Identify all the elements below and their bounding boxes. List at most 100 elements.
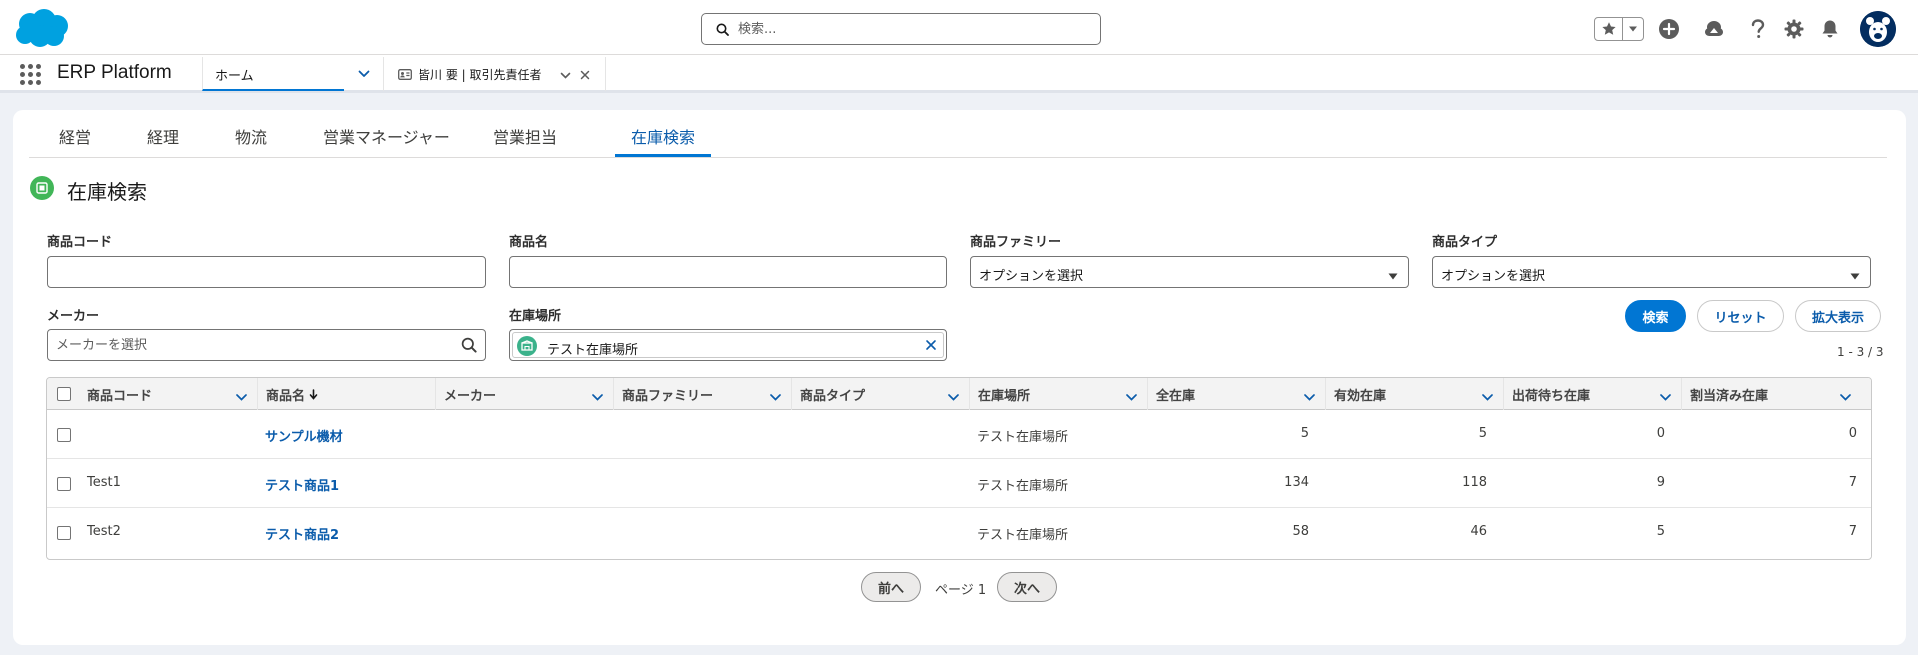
row-checkbox[interactable] (57, 477, 71, 491)
tab-sales-rep[interactable]: 営業担当 (493, 124, 557, 148)
column-header-product-family[interactable]: 商品ファミリー (613, 378, 791, 410)
product-type-label: 商品タイプ (1432, 235, 1498, 250)
nav-tab-contact[interactable]: 皆川 要 | 取引先責任者 (386, 57, 606, 91)
search-icon (461, 337, 477, 357)
global-header (0, 0, 1918, 55)
table-row: Test2 テスト商品2 テスト在庫場所 58 46 5 7 (47, 508, 1871, 557)
column-header-product-name[interactable]: 商品名 (257, 378, 435, 410)
contact-card-icon (398, 69, 412, 84)
help-icon[interactable] (1746, 17, 1770, 41)
search-button[interactable]: 検索 (1625, 300, 1686, 332)
cell-location: テスト在庫場所 (977, 479, 1069, 494)
reset-button[interactable]: リセット (1697, 300, 1784, 332)
favorites-button-group[interactable] (1594, 17, 1644, 41)
user-avatar-icon[interactable] (1860, 11, 1896, 47)
cell-available-stock: 46 (1470, 524, 1487, 539)
location-icon (517, 336, 537, 356)
cell-allocated-stock: 7 (1848, 524, 1857, 539)
cell-pending-stock: 5 (1656, 524, 1665, 539)
column-menu-chevron-down-icon[interactable] (1126, 390, 1137, 405)
nav-tab-menu-chevron-down-icon[interactable] (344, 57, 384, 91)
column-header-product-code[interactable]: 商品コード (79, 378, 257, 410)
main-card: 経営 経理 物流 営業マネージャー 営業担当 在庫検索 在庫検索 商品コード 商… (13, 110, 1906, 645)
cell-product-code: Test2 (87, 524, 121, 539)
table-row: Test1 テスト商品1 テスト在庫場所 134 118 9 7 (47, 459, 1871, 508)
row-checkbox[interactable] (57, 526, 71, 540)
global-add-icon[interactable] (1657, 17, 1681, 41)
maker-input[interactable] (56, 335, 453, 355)
cell-product-name-link[interactable]: サンプル機材 (265, 426, 343, 445)
tab-sales-manager[interactable]: 営業マネージャー (323, 124, 450, 148)
column-header-maker[interactable]: メーカー (435, 378, 613, 410)
column-header-available-stock[interactable]: 有効在庫 (1325, 378, 1503, 410)
cell-product-name-link[interactable]: テスト商品1 (265, 475, 339, 494)
column-menu-chevron-down-icon[interactable] (236, 390, 247, 405)
maker-lookup[interactable] (47, 329, 486, 361)
app-launcher-icon[interactable] (20, 64, 44, 85)
inventory-table: 商品コード 商品名 メーカー 商品ファミリー 商品タイプ 在庫場所 全在庫 有効… (46, 377, 1872, 560)
sort-arrow-down-icon (309, 389, 318, 404)
cell-allocated-stock: 0 (1848, 426, 1857, 441)
column-header-allocated-stock[interactable]: 割当済み在庫 (1681, 378, 1871, 410)
favorites-star-icon[interactable] (1595, 18, 1623, 40)
salesforce-cloud-icon[interactable] (12, 8, 72, 50)
caret-down-icon (1850, 269, 1860, 284)
column-header-pending-stock[interactable]: 出荷待ち在庫 (1503, 378, 1681, 410)
product-type-select[interactable]: オプションを選択 (1432, 256, 1871, 288)
tab-inventory-search[interactable]: 在庫検索 (631, 124, 695, 148)
column-menu-chevron-down-icon[interactable] (592, 390, 603, 405)
inventory-page-icon (30, 176, 54, 200)
global-search-input[interactable] (738, 19, 1088, 39)
select-all-checkbox[interactable] (57, 387, 71, 401)
tab-keiri[interactable]: 経理 (147, 124, 179, 148)
product-code-input[interactable] (56, 262, 453, 282)
pill-remove-icon[interactable] (925, 339, 937, 355)
column-menu-chevron-down-icon[interactable] (770, 390, 781, 405)
product-name-header: 商品名 (266, 385, 318, 404)
row-checkbox[interactable] (57, 428, 71, 442)
column-header-product-type[interactable]: 商品タイプ (791, 378, 969, 410)
search-icon (716, 23, 729, 40)
nav-tab-close-icon[interactable] (580, 69, 590, 84)
context-bar: ERP Platform ホーム 皆川 要 | 取引先責任者 (0, 55, 1918, 93)
product-code-field[interactable] (47, 256, 486, 288)
caret-down-icon (1388, 269, 1398, 284)
product-name-label: 商品名 (509, 235, 549, 250)
notification-bell-icon[interactable] (1818, 17, 1842, 41)
column-menu-chevron-down-icon[interactable] (1304, 390, 1315, 405)
app-tab-bar: 経営 経理 物流 営業マネージャー 営業担当 在庫検索 (29, 110, 1887, 158)
product-family-value: オプションを選択 (979, 269, 1084, 284)
column-header-location[interactable]: 在庫場所 (969, 378, 1147, 410)
prev-page-button[interactable]: 前へ (861, 572, 921, 602)
active-tab-indicator (615, 154, 711, 157)
tab-butsuryu[interactable]: 物流 (235, 124, 267, 148)
cell-location: テスト在庫場所 (977, 528, 1069, 543)
cell-pending-stock: 9 (1656, 475, 1665, 490)
location-pill[interactable]: テスト在庫場所 (512, 332, 944, 358)
setup-gear-icon[interactable] (1782, 17, 1806, 41)
product-type-value: オプションを選択 (1441, 269, 1546, 284)
column-header-total-stock[interactable]: 全在庫 (1147, 378, 1325, 410)
result-count: 1 - 3 / 3 (1837, 345, 1884, 359)
nav-tab-contact-chevron-down-icon[interactable] (560, 69, 571, 84)
trailhead-icon[interactable] (1702, 17, 1726, 41)
page-title: 在庫検索 (67, 180, 147, 204)
next-page-button[interactable]: 次へ (997, 572, 1057, 602)
column-menu-chevron-down-icon[interactable] (1482, 390, 1493, 405)
global-search-box[interactable] (701, 13, 1101, 45)
chevron-down-icon[interactable] (1623, 18, 1643, 40)
cell-product-name-link[interactable]: テスト商品2 (265, 524, 339, 543)
tab-keiei[interactable]: 経営 (59, 124, 91, 148)
nav-tab-home[interactable]: ホーム (202, 57, 344, 91)
expand-button[interactable]: 拡大表示 (1795, 300, 1881, 332)
cell-total-stock: 58 (1292, 524, 1309, 539)
column-menu-chevron-down-icon[interactable] (948, 390, 959, 405)
cell-allocated-stock: 7 (1848, 475, 1857, 490)
product-name-input[interactable] (518, 262, 914, 282)
product-name-field[interactable] (509, 256, 947, 288)
product-family-select[interactable]: オプションを選択 (970, 256, 1409, 288)
column-menu-chevron-down-icon[interactable] (1840, 390, 1851, 405)
table-row: サンプル機材 テスト在庫場所 5 5 0 0 (47, 410, 1871, 459)
column-menu-chevron-down-icon[interactable] (1660, 390, 1671, 405)
location-lookup[interactable]: テスト在庫場所 (509, 329, 947, 361)
